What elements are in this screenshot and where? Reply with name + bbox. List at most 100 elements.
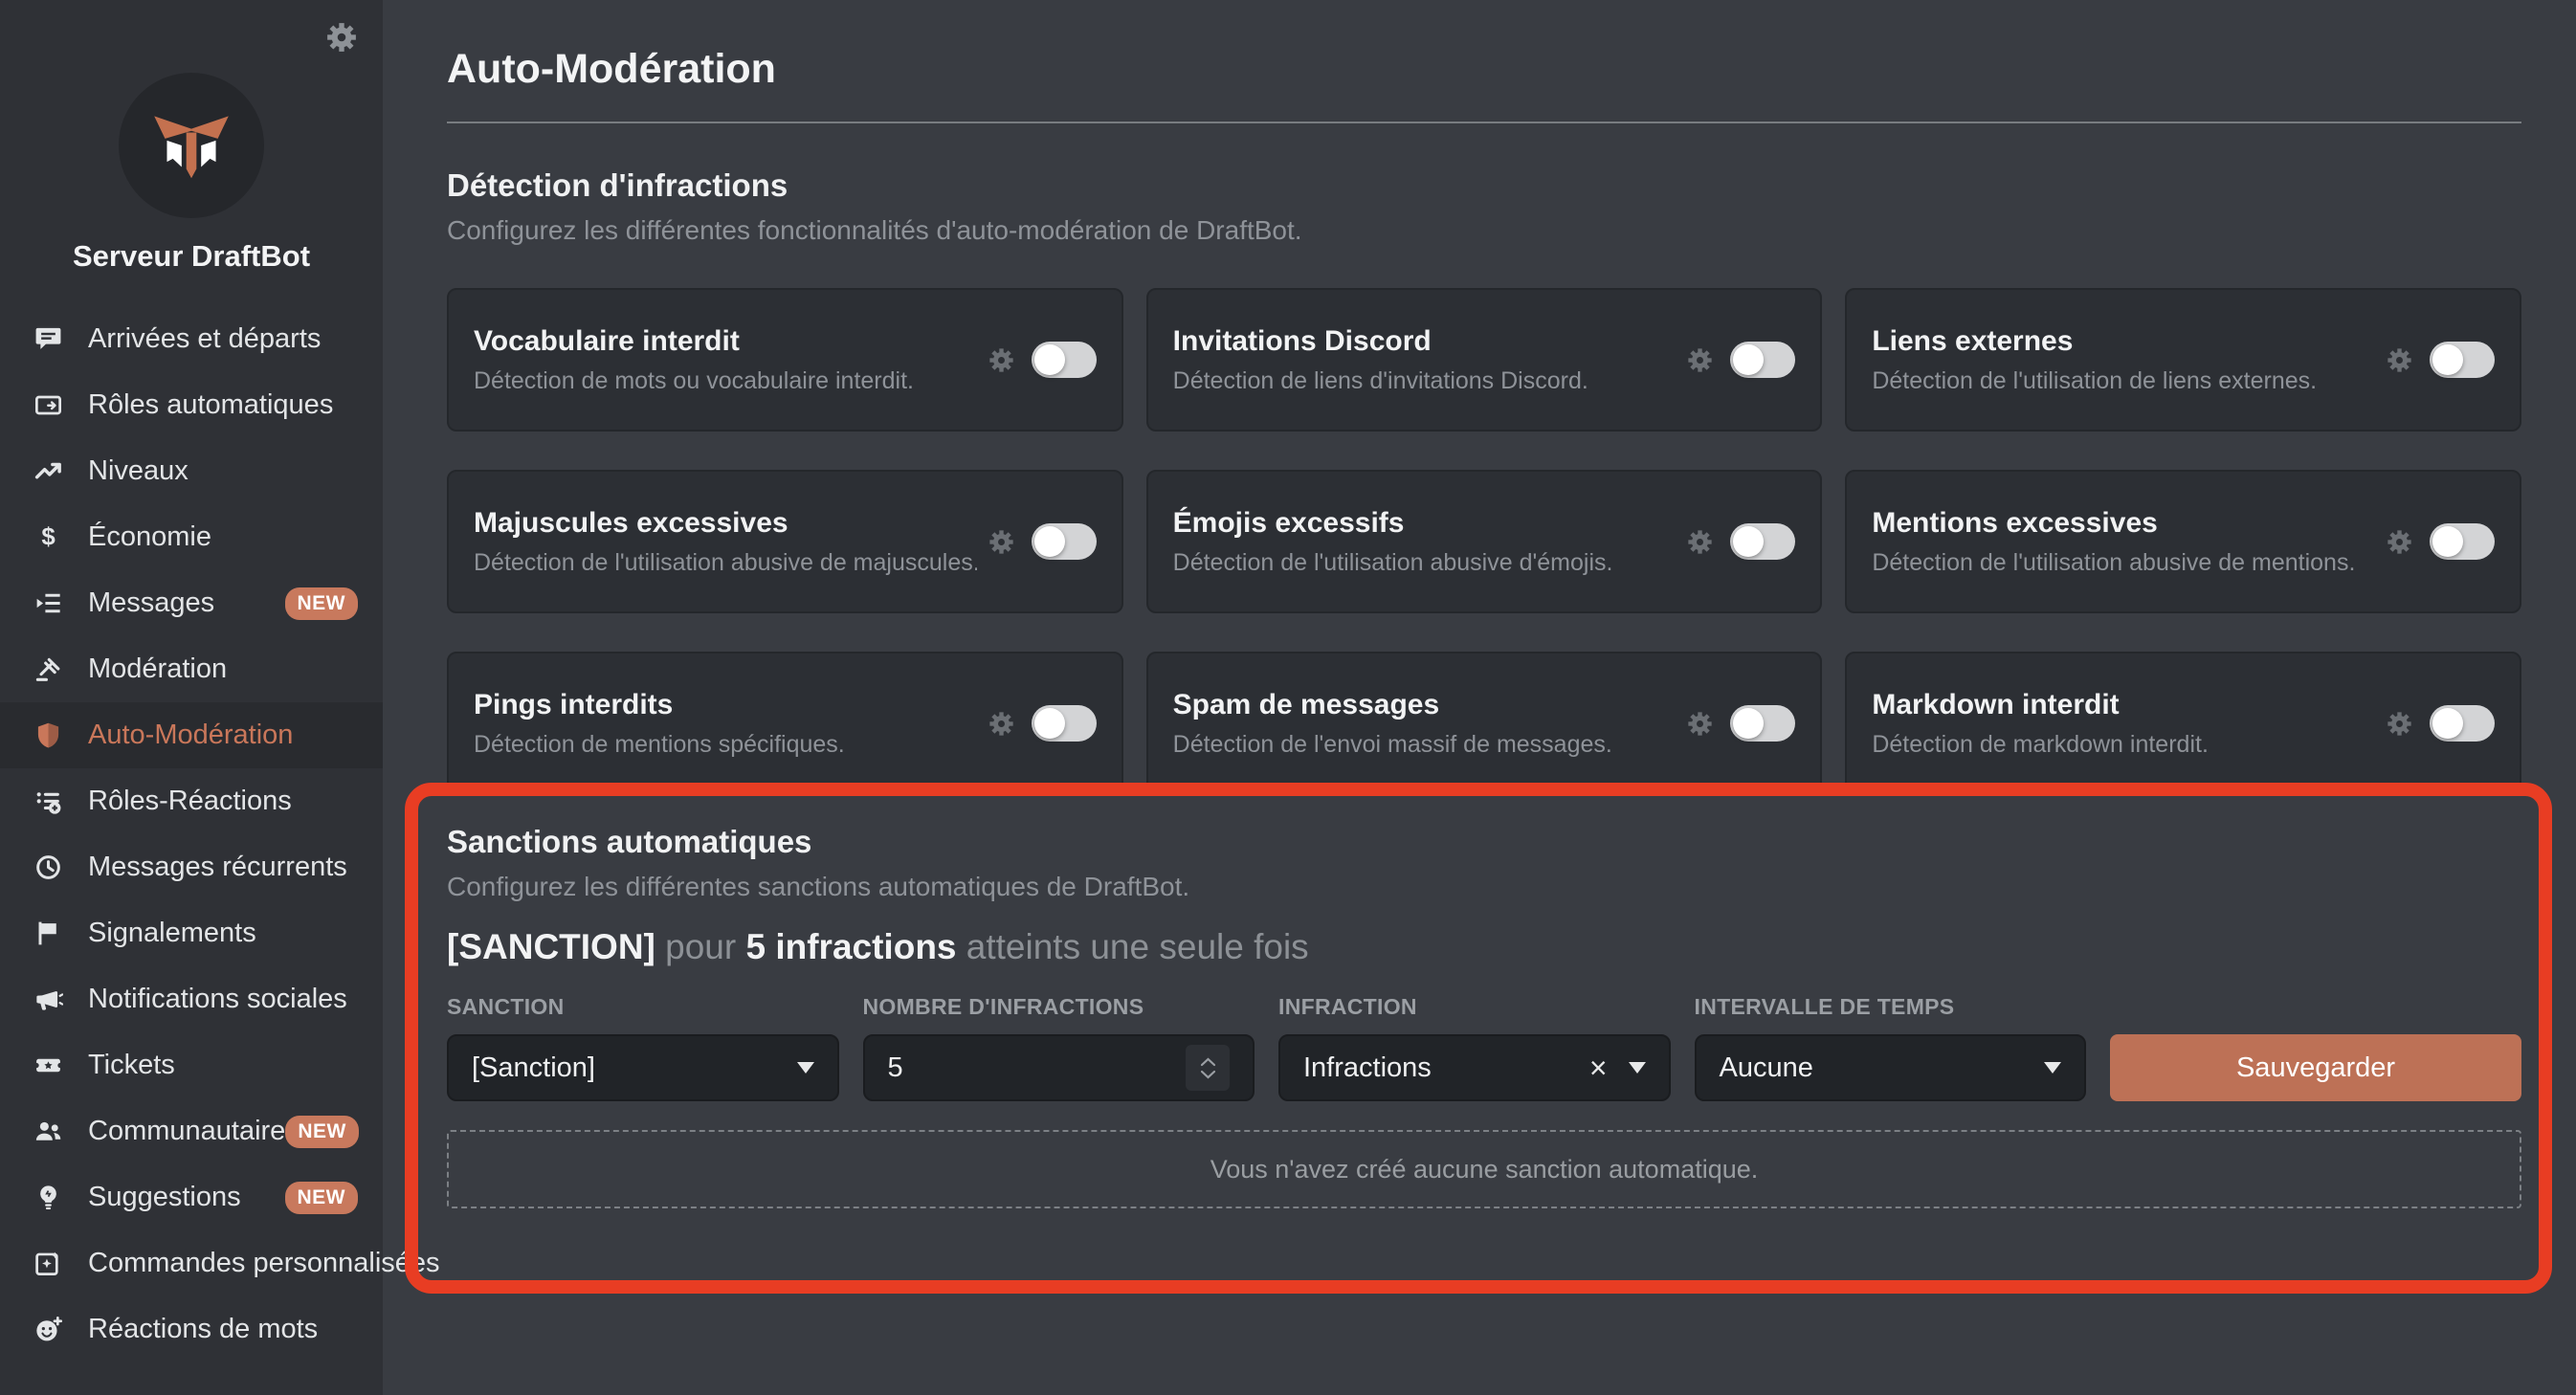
feature-title: Mentions excessives <box>1872 507 2375 540</box>
feature-toggle[interactable] <box>1730 705 1795 742</box>
sanctions-section: Sanctions automatiques Configurez les di… <box>447 824 2521 1208</box>
sidebar-item-label: Niveaux <box>88 455 189 487</box>
feature-card-majuscules-excessives: Majuscules excessives Détection de l'uti… <box>447 470 1123 613</box>
gavel-icon <box>32 653 64 686</box>
draftbot-logo <box>144 99 238 192</box>
rule-suffix: atteints une seule fois <box>966 927 1309 966</box>
feature-controls <box>1685 342 1795 378</box>
feature-settings-gear-icon[interactable] <box>1685 709 1715 739</box>
feature-settings-gear-icon[interactable] <box>987 345 1016 375</box>
rule-count: 5 infractions <box>746 927 957 966</box>
infraction-count-input[interactable]: 5 <box>863 1034 1255 1101</box>
feature-description: Détection de mentions spécifiques. <box>474 731 977 759</box>
sanction-field-group: SANCTION [Sanction] <box>447 994 839 1101</box>
save-button[interactable]: Sauvegarder <box>2110 1034 2521 1101</box>
sidebar-item-moderation[interactable]: Modération <box>0 636 383 702</box>
count-label: NOMBRE D'INFRACTIONS <box>863 994 1255 1020</box>
indent-icon <box>32 587 64 620</box>
feature-settings-gear-icon[interactable] <box>2385 527 2414 557</box>
feature-settings-gear-icon[interactable] <box>1685 345 1715 375</box>
feature-description: Détection de l'utilisation abusive de ma… <box>474 549 977 577</box>
feature-title: Pings interdits <box>474 689 977 721</box>
sparkle-box-icon <box>32 1248 64 1280</box>
number-stepper[interactable] <box>1186 1045 1230 1091</box>
sidebar-item-niveaux[interactable]: Niveaux <box>0 438 383 504</box>
feature-description: Détection de l'utilisation abusive de me… <box>1872 549 2375 577</box>
chevron-down-icon <box>797 1062 814 1074</box>
toggle-knob <box>1733 526 1764 557</box>
sidebar-item-reactions-de-mots[interactable]: Réactions de mots <box>0 1296 383 1362</box>
feature-toggle[interactable] <box>1730 342 1795 378</box>
feature-description: Détection de markdown interdit. <box>1872 731 2375 759</box>
sidebar-item-auto-moderation[interactable]: Auto-Modération <box>0 702 383 768</box>
sidebar-item-label: Économie <box>88 521 211 553</box>
sidebar-item-economie[interactable]: $ Économie <box>0 504 383 570</box>
sidebar-item-communautaire[interactable]: CommunautaireNEW <box>0 1098 383 1164</box>
sidebar-item-notifications-sociales[interactable]: Notifications sociales <box>0 966 383 1032</box>
sidebar-item-messages-recurrents[interactable]: Messages récurrents <box>0 834 383 900</box>
sidebar-item-signalements[interactable]: Signalements <box>0 900 383 966</box>
feature-toggle[interactable] <box>1032 523 1097 560</box>
feature-toggle[interactable] <box>1032 705 1097 742</box>
server-settings-gear-icon[interactable] <box>323 19 360 55</box>
list-add-icon <box>32 786 64 818</box>
feature-settings-gear-icon[interactable] <box>2385 345 2414 375</box>
feature-settings-gear-icon[interactable] <box>1685 527 1715 557</box>
page-title: Auto-Modération <box>447 46 2521 93</box>
new-badge: NEW <box>285 587 359 620</box>
sidebar-item-label: Commandes personnalisées <box>88 1248 440 1279</box>
infraction-count-value: 5 <box>888 1052 903 1084</box>
sidebar-item-roles-reactions[interactable]: Rôles-Réactions <box>0 768 383 834</box>
svg-text:$: $ <box>41 523 55 550</box>
users-icon <box>32 1116 64 1148</box>
feature-toggle[interactable] <box>1730 523 1795 560</box>
infraction-select-value: Infractions <box>1303 1052 1432 1084</box>
interval-select[interactable]: Aucune <box>1695 1034 2087 1101</box>
sidebar-item-label: Rôles automatiques <box>88 389 333 421</box>
lightbulb-icon <box>32 1182 64 1214</box>
sidebar-item-commandes-personnalisees[interactable]: Commandes personnalisées <box>0 1230 383 1296</box>
sidebar-item-arrivees-et-departs[interactable]: Arrivées et départs <box>0 306 383 372</box>
sidebar-item-suggestions[interactable]: SuggestionsNEW <box>0 1164 383 1230</box>
megaphone-icon <box>32 984 64 1016</box>
feature-toggle[interactable] <box>1032 342 1097 378</box>
infraction-label: INFRACTION <box>1278 994 1671 1020</box>
role-window-icon <box>32 389 64 422</box>
clear-icon[interactable]: × <box>1589 1052 1608 1083</box>
title-divider <box>447 122 2521 123</box>
shield-icon <box>32 720 64 752</box>
feature-settings-gear-icon[interactable] <box>2385 709 2414 739</box>
feature-card-text: Liens externes Détection de l'utilisatio… <box>1872 325 2375 395</box>
feature-card-spam-de-messages: Spam de messages Détection de l'envoi ma… <box>1146 652 1823 795</box>
feature-title: Émojis excessifs <box>1173 507 1677 540</box>
main-content: Auto-Modération Détection d'infractions … <box>383 0 2576 1395</box>
feature-toggle[interactable] <box>2430 523 2495 560</box>
infraction-select[interactable]: Infractions × <box>1278 1034 1671 1101</box>
detection-cards-grid: Vocabulaire interdit Détection de mots o… <box>447 288 2521 795</box>
interval-label: INTERVALLE DE TEMPS <box>1695 994 2087 1020</box>
sidebar-item-label: Auto-Modération <box>88 720 293 751</box>
feature-toggle[interactable] <box>2430 342 2495 378</box>
feature-toggle[interactable] <box>2430 705 2495 742</box>
sidebar-item-label: Notifications sociales <box>88 984 347 1015</box>
sidebar-item-label: Modération <box>88 653 227 685</box>
sidebar-item-messages[interactable]: MessagesNEW <box>0 570 383 636</box>
feature-title: Invitations Discord <box>1173 325 1677 358</box>
feature-description: Détection de l'utilisation abusive d'émo… <box>1173 549 1677 577</box>
feature-card-mentions-excessives: Mentions excessives Détection de l'utili… <box>1845 470 2521 613</box>
sidebar-item-tickets[interactable]: Tickets <box>0 1032 383 1098</box>
feature-settings-gear-icon[interactable] <box>987 709 1016 739</box>
toggle-knob <box>1034 708 1065 739</box>
feature-controls <box>987 342 1097 378</box>
feature-title: Markdown interdit <box>1872 689 2375 721</box>
clock-icon <box>32 852 64 884</box>
rule-sanction: [SANCTION] <box>447 927 655 966</box>
feature-settings-gear-icon[interactable] <box>987 527 1016 557</box>
feature-controls <box>987 523 1097 560</box>
ticket-icon <box>32 1050 64 1082</box>
sanction-select[interactable]: [Sanction] <box>447 1034 839 1101</box>
sidebar-item-roles-automatiques[interactable]: Rôles automatiques <box>0 372 383 438</box>
interval-field-group: INTERVALLE DE TEMPS Aucune <box>1695 994 2087 1101</box>
sanctions-heading: Sanctions automatiques <box>447 824 2521 860</box>
sanction-select-value: [Sanction] <box>472 1052 595 1084</box>
